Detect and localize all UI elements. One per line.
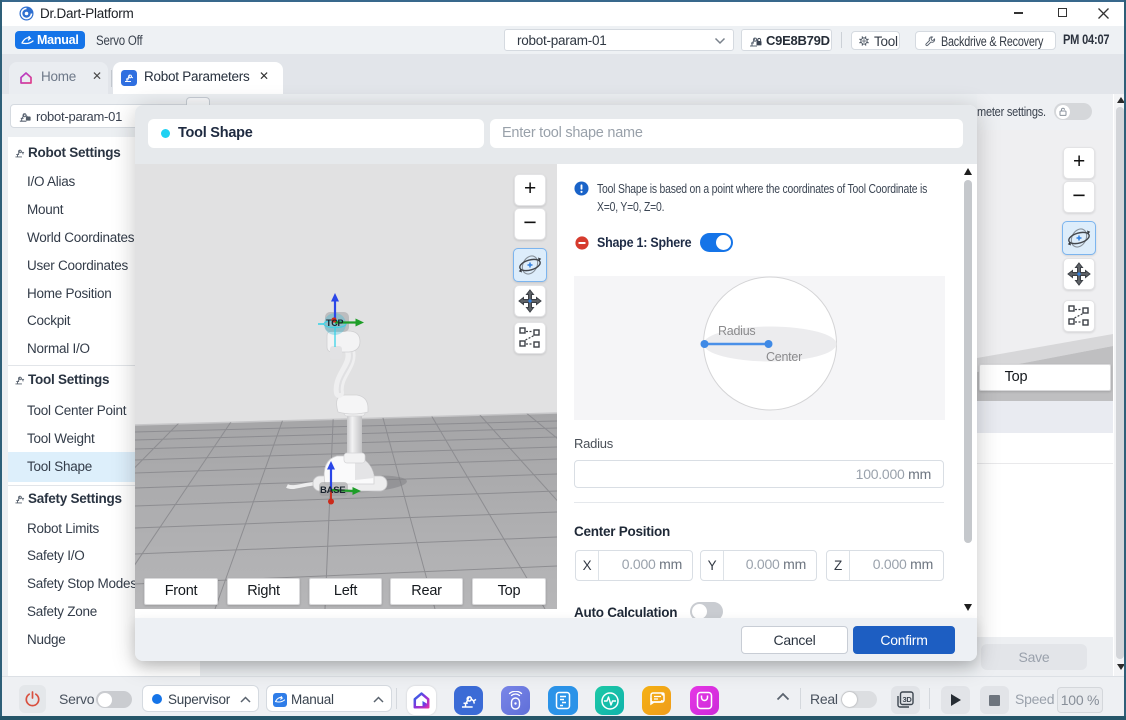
svg-text:Radius: Radius [718,324,755,338]
svg-text:BASE: BASE [320,485,345,496]
svg-text:TCP: TCP [326,318,343,328]
svg-text:3D: 3D [903,695,913,704]
svg-text:Center: Center [766,350,802,364]
